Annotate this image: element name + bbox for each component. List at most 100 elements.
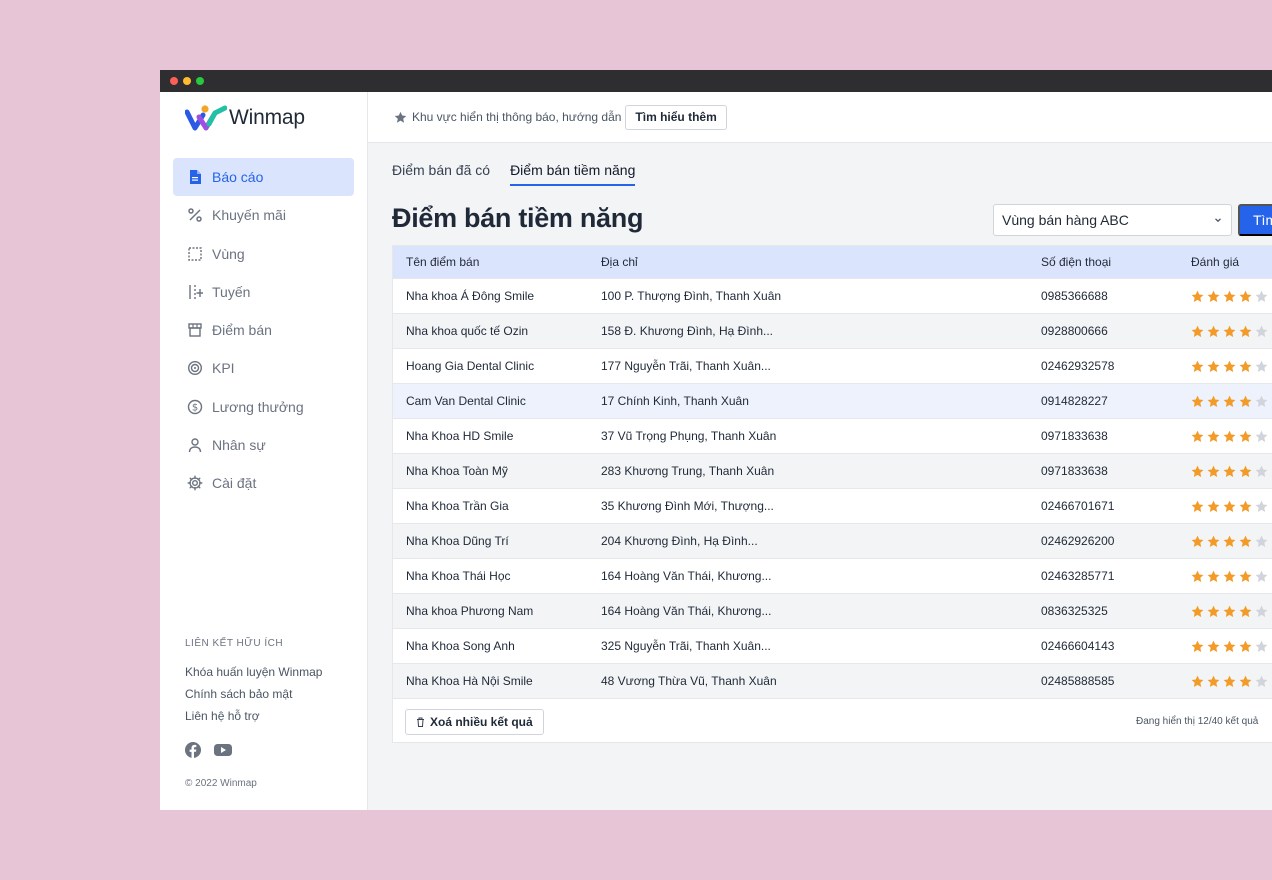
store-name-cell: Nha Khoa HD Smile xyxy=(406,429,514,443)
table-row[interactable]: Nha Khoa Song Anh 325 Nguyễn Trãi, Thanh … xyxy=(393,628,1272,663)
link-support[interactable]: Liên hệ hỗ trợ xyxy=(185,705,322,727)
sidebar-item-khuyen-mai[interactable]: Khuyến mãi xyxy=(173,196,354,234)
store-name-cell: Nha Khoa Thái Học xyxy=(406,569,511,583)
sidebar-item-diem-ban[interactable]: Điểm bán xyxy=(173,311,354,349)
delete-multiple-button[interactable]: Xoá nhiều kết quả xyxy=(405,709,544,735)
star-filled-icon xyxy=(1239,500,1252,512)
facebook-icon[interactable] xyxy=(185,742,201,758)
sidebar-item-label: KPI xyxy=(212,360,235,377)
star-filled-icon xyxy=(1191,605,1204,617)
star-filled-icon xyxy=(1191,640,1204,652)
sidebar-item-kpi[interactable]: KPI xyxy=(173,349,354,387)
column-header-rating[interactable]: Đánh giá xyxy=(1191,255,1239,269)
rating-stars xyxy=(1191,395,1268,408)
star-filled-icon xyxy=(1207,325,1220,337)
star-filled-icon xyxy=(1207,605,1220,617)
dollar-icon: $ xyxy=(187,399,203,415)
region-icon xyxy=(187,246,203,262)
sidebar-item-label: Báo cáo xyxy=(212,169,264,185)
star-empty-icon xyxy=(1255,395,1268,407)
learn-more-button[interactable]: Tìm hiểu thêm xyxy=(625,104,727,130)
user-icon xyxy=(187,437,203,453)
useful-links-title: LIÊN KẾT HỮU ÍCH xyxy=(185,638,284,649)
store-address-cell: 17 Chính Kinh, Thanh Xuân xyxy=(601,394,749,408)
store-name-cell: Nha khoa quốc tế Ozin xyxy=(406,324,529,338)
star-filled-icon xyxy=(1207,535,1220,547)
sidebar-item-cai-dat[interactable]: Cài đặt xyxy=(173,464,354,502)
logo[interactable]: Winmap xyxy=(185,104,305,132)
brand-name: Winmap xyxy=(229,106,305,129)
table-row[interactable]: Hoang Gia Dental Clinic 177 Nguyễn Trãi, … xyxy=(393,348,1272,383)
table-row[interactable]: Nha khoa quốc tế Ozin 158 Đ. Khương Đình,… xyxy=(393,313,1272,348)
star-filled-icon xyxy=(1207,640,1220,652)
sidebar-item-luong-thuong[interactable]: $ Lương thưởng xyxy=(173,388,354,426)
search-button[interactable]: Tìm xyxy=(1238,204,1272,236)
table-row[interactable]: Nha Khoa Trần Gia 35 Khương Đình Mới, Thư… xyxy=(393,488,1272,523)
table-row[interactable]: Nha Khoa Toàn Mỹ 283 Khương Trung, Thanh … xyxy=(393,453,1272,488)
column-header-phone[interactable]: Số điện thoại xyxy=(1041,255,1111,269)
result-count: Đang hiển thị 12/40 kết quả xyxy=(1136,716,1259,727)
store-icon xyxy=(187,322,203,338)
table-row[interactable]: Nha Khoa Hà Nội Smile 48 Vương Thừa Vũ, T… xyxy=(393,663,1272,698)
region-select[interactable]: Vùng bán hàng ABC xyxy=(993,204,1232,236)
app-window: Winmap Báo cáo Khuyến mãi Vùng Tuyến Điể… xyxy=(160,70,1272,810)
store-address-cell: 325 Nguyễn Trãi, Thanh Xuân... xyxy=(601,639,771,653)
star-filled-icon xyxy=(1223,640,1236,652)
maximize-window-button[interactable] xyxy=(196,77,204,85)
star-filled-icon xyxy=(1207,500,1220,512)
table-row[interactable]: Cam Van Dental Clinic 17 Chính Kinh, Than… xyxy=(393,383,1272,418)
star-empty-icon xyxy=(1255,465,1268,477)
rating-stars xyxy=(1191,570,1268,583)
rating-stars xyxy=(1191,465,1268,478)
tab-existing-stores[interactable]: Điểm bán đã có xyxy=(392,162,490,186)
star-filled-icon xyxy=(1191,430,1204,442)
star-filled-icon xyxy=(1239,605,1252,617)
tab-potential-stores[interactable]: Điểm bán tiềm năng xyxy=(510,162,636,186)
sidebar-item-label: Khuyến mãi xyxy=(212,207,286,224)
rating-stars xyxy=(1191,360,1268,373)
star-filled-icon xyxy=(1223,465,1236,477)
store-address-cell: 164 Hoàng Văn Thái, Khương... xyxy=(601,569,772,583)
star-icon xyxy=(394,111,407,123)
svg-text:$: $ xyxy=(192,402,198,413)
store-address-cell: 204 Khương Đình, Hạ Đình... xyxy=(601,534,758,548)
sidebar-item-label: Nhân sự xyxy=(212,437,266,454)
table-row[interactable]: Nha Khoa Thái Học 164 Hoàng Văn Thái, Khư… xyxy=(393,558,1272,593)
sidebar-item-nhan-su[interactable]: Nhân sự xyxy=(173,426,354,464)
star-filled-icon xyxy=(1239,430,1252,442)
table-row[interactable]: Nha khoa Á Đông Smile 100 P. Thượng Đình,… xyxy=(393,278,1272,313)
store-name-cell: Nha Khoa Song Anh xyxy=(406,639,515,653)
star-filled-icon xyxy=(1191,360,1204,372)
star-filled-icon xyxy=(1239,325,1252,337)
star-empty-icon xyxy=(1255,605,1268,617)
store-phone-cell: 02463285771 xyxy=(1041,569,1115,583)
minimize-window-button[interactable] xyxy=(183,77,191,85)
star-empty-icon xyxy=(1255,430,1268,442)
link-training[interactable]: Khóa huấn luyện Winmap xyxy=(185,661,322,683)
sidebar-item-label: Điểm bán xyxy=(212,322,272,339)
table-row[interactable]: Nha khoa Phương Nam 164 Hoàng Văn Thái, K… xyxy=(393,593,1272,628)
star-empty-icon xyxy=(1255,360,1268,372)
sidebar-item-vung[interactable]: Vùng xyxy=(173,235,354,273)
rating-stars xyxy=(1191,675,1268,688)
star-filled-icon xyxy=(1191,535,1204,547)
youtube-icon[interactable] xyxy=(213,742,233,758)
table-footer: Xoá nhiều kết quả Đang hiển thị 12/40 kế… xyxy=(393,698,1272,744)
sidebar-item-bao-cao[interactable]: Báo cáo xyxy=(173,158,354,196)
sidebar-item-tuyen[interactable]: Tuyến xyxy=(173,273,354,311)
rating-stars xyxy=(1191,325,1268,338)
route-icon xyxy=(187,284,203,300)
store-name-cell: Nha Khoa Hà Nội Smile xyxy=(406,674,533,688)
percent-icon xyxy=(187,207,203,223)
column-header-name[interactable]: Tên điểm bán xyxy=(406,255,479,269)
table-row[interactable]: Nha Khoa Dũng Trí 204 Khương Đình, Hạ Đìn… xyxy=(393,523,1272,558)
star-filled-icon xyxy=(1223,430,1236,442)
star-empty-icon xyxy=(1255,325,1268,337)
column-header-address[interactable]: Địa chỉ xyxy=(601,255,638,269)
store-phone-cell: 0985366688 xyxy=(1041,289,1108,303)
star-filled-icon xyxy=(1223,570,1236,582)
store-name-cell: Nha Khoa Dũng Trí xyxy=(406,534,509,548)
table-row[interactable]: Nha Khoa HD Smile 37 Vũ Trọng Phụng, Than… xyxy=(393,418,1272,453)
link-privacy[interactable]: Chính sách bảo mật xyxy=(185,683,322,705)
close-window-button[interactable] xyxy=(170,77,178,85)
